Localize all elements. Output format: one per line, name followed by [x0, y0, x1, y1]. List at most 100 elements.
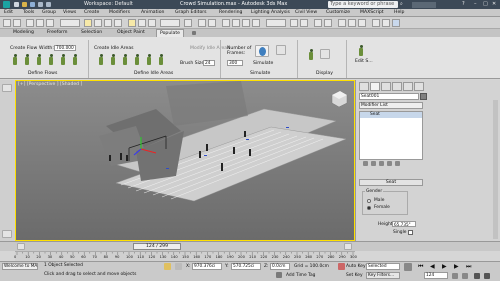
time-configuration-icon[interactable]: [462, 273, 468, 279]
configure-modifier-sets-icon[interactable]: [395, 161, 400, 166]
y-coordinate-field[interactable]: 570.725ci: [231, 263, 261, 270]
utilities-tab-icon[interactable]: [414, 82, 424, 91]
rollout-title[interactable]: Seat: [359, 179, 423, 186]
height-field[interactable]: 65.735": [392, 221, 416, 227]
select-manipulate-icon[interactable]: [198, 19, 206, 27]
next-key-icon[interactable]: ▶: [454, 263, 459, 270]
flow-ramp-icon[interactable]: [48, 54, 54, 66]
viewport-layouts-icon[interactable]: [2, 84, 12, 92]
create-tab-icon[interactable]: [359, 82, 369, 91]
x-coordinate-field[interactable]: 970.376ci: [192, 263, 222, 270]
remove-modifier-icon[interactable]: [387, 161, 392, 166]
absolute-mode-icon[interactable]: [175, 263, 182, 270]
signin-box[interactable]: [412, 1, 436, 8]
flow-people-icon[interactable]: [36, 54, 42, 66]
add-seated-icon[interactable]: [134, 54, 140, 66]
free-idle-area-icon[interactable]: [110, 54, 116, 66]
next-frame-icon[interactable]: [344, 243, 352, 250]
undo-icon[interactable]: [3, 19, 11, 27]
selection-filter-dropdown[interactable]: [60, 19, 80, 27]
perspective-viewport[interactable]: [+] [Perspective ] [Shaded ]: [15, 80, 355, 241]
select-object-icon[interactable]: [84, 19, 92, 27]
menu-maxscript[interactable]: MAXScript: [360, 9, 384, 17]
open-icon[interactable]: [22, 2, 27, 7]
go-to-end-icon[interactable]: ⏭: [466, 263, 471, 271]
layout-tab-icon[interactable]: [2, 230, 12, 238]
auto-key-button[interactable]: Auto Key: [346, 264, 366, 269]
menu-edit[interactable]: Edit: [4, 9, 13, 17]
tab-populate[interactable]: Populate: [156, 29, 184, 37]
add-flow-icon[interactable]: [24, 54, 30, 66]
make-unique-icon[interactable]: [379, 161, 384, 166]
menu-customize[interactable]: Customize: [326, 9, 350, 17]
pin-stack-icon[interactable]: [363, 161, 368, 166]
female-radio[interactable]: [367, 206, 371, 210]
tab-freeform[interactable]: Freeform: [44, 29, 70, 37]
single-idle-icon[interactable]: [158, 54, 164, 66]
spinner-snap-icon[interactable]: [252, 19, 260, 27]
command-panel-scrollbar[interactable]: [493, 100, 498, 239]
scale-icon[interactable]: [148, 19, 156, 27]
go-to-start-icon[interactable]: ⏮: [418, 263, 423, 271]
tab-modeling[interactable]: Modeling: [10, 29, 37, 37]
viewcube-icon[interactable]: [325, 83, 354, 113]
auto-key-icon[interactable]: [338, 263, 345, 270]
display-tab-icon[interactable]: [403, 82, 413, 91]
zoom-icon[interactable]: [474, 273, 480, 279]
maximize-icon[interactable]: □: [483, 0, 488, 9]
set-key-button[interactable]: Set Key: [346, 273, 363, 278]
display-people-icon[interactable]: [308, 49, 314, 61]
width-field[interactable]: 700.000: [54, 45, 76, 51]
simulate-button[interactable]: [255, 45, 269, 57]
show-end-result-icon[interactable]: [371, 161, 376, 166]
redo-icon[interactable]: [46, 2, 51, 7]
window-crossing-icon[interactable]: [114, 19, 122, 27]
menu-create[interactable]: Create: [84, 9, 99, 17]
select-by-name-icon[interactable]: [94, 19, 102, 27]
tab-selection[interactable]: Selection: [78, 29, 105, 37]
rectangular-selection-icon[interactable]: [104, 19, 112, 27]
menu-civil-view[interactable]: Civil View: [295, 9, 317, 17]
key-mode-toggle-icon[interactable]: [452, 273, 458, 279]
align-icon[interactable]: [300, 19, 308, 27]
timeline-ruler[interactable]: 0 10 20 30 40 50 60 70 80 90 100 110 120 130 140 150 160…: [14, 251, 357, 261]
key-filters-button[interactable]: Key Filters...: [366, 272, 400, 279]
graphite-toggle-icon[interactable]: [324, 19, 332, 27]
key-mode-dropdown[interactable]: Selected: [366, 263, 400, 270]
pan-icon[interactable]: [484, 273, 490, 279]
link-icon[interactable]: [26, 19, 34, 27]
snaps-toggle-icon[interactable]: [222, 19, 230, 27]
object-color-swatch[interactable]: [420, 93, 427, 100]
display-toggle-button[interactable]: [320, 49, 330, 59]
search-icon[interactable]: ⌕: [400, 0, 403, 9]
modify-idle-areas-label[interactable]: Modify Idle Areas: [190, 46, 229, 51]
new-icon[interactable]: [14, 2, 19, 7]
rendered-frame-window-icon[interactable]: [382, 19, 390, 27]
menu-group[interactable]: Group: [42, 9, 56, 17]
move-icon[interactable]: [128, 19, 136, 27]
menu-help[interactable]: Help: [394, 9, 404, 17]
hierarchy-tab-icon[interactable]: [381, 82, 391, 91]
curve-editor-icon[interactable]: [338, 19, 346, 27]
menu-graph-editors[interactable]: Graph Editors: [175, 9, 207, 17]
reference-coordinate-dropdown[interactable]: [160, 19, 180, 27]
schematic-view-icon[interactable]: [348, 19, 356, 27]
angle-snap-icon[interactable]: [232, 19, 240, 27]
menu-lighting-analysis[interactable]: Lighting Analysis: [251, 9, 290, 17]
create-flow-icon[interactable]: [12, 54, 18, 66]
percent-snap-icon[interactable]: [242, 19, 250, 27]
add-time-tag[interactable]: Add Time Tag: [286, 273, 315, 278]
rotate-icon[interactable]: [138, 19, 146, 27]
modifier-stack-item[interactable]: Seat: [360, 112, 422, 118]
help-icon[interactable]: ?: [462, 0, 465, 9]
save-icon[interactable]: [30, 2, 35, 7]
group-display[interactable]: Display: [316, 71, 333, 76]
seated-area-icon[interactable]: [122, 54, 128, 66]
set-keys-icon[interactable]: [404, 263, 412, 271]
menu-tools[interactable]: Tools: [23, 9, 34, 17]
lock-selection-icon[interactable]: [164, 263, 171, 270]
menu-modifiers[interactable]: Modifiers: [109, 9, 130, 17]
z-coordinate-field[interactable]: 0.0cm: [270, 263, 290, 270]
keyboard-shortcut-icon[interactable]: [208, 19, 216, 27]
group-define-idle-areas[interactable]: Define Idle Areas: [134, 71, 173, 76]
